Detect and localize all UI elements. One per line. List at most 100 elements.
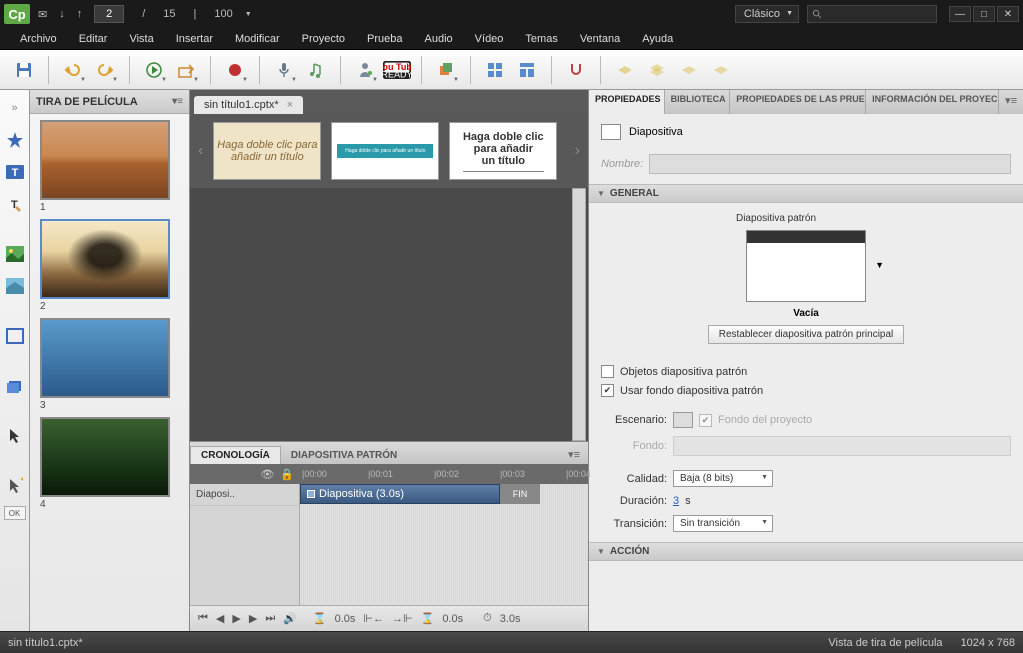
section-action[interactable]: ACCIÓN <box>589 542 1023 561</box>
tab-info-proyecto[interactable]: INFORMACIÓN DEL PROYEC <box>866 90 999 114</box>
maximize-button[interactable]: □ <box>973 6 995 22</box>
audio-mic-button[interactable] <box>270 56 298 84</box>
close-button[interactable]: ✕ <box>997 6 1019 22</box>
tl-snap-icon[interactable]: ⊩← <box>363 612 384 625</box>
image-tool-2[interactable] <box>3 274 27 298</box>
menu-ventana[interactable]: Ventana <box>570 30 630 48</box>
undo-button[interactable] <box>59 56 87 84</box>
theme-option-1[interactable]: Haga doble clic para añadir un título <box>213 122 321 180</box>
youtube-button[interactable]: You TubeREADY <box>383 56 411 84</box>
text-tool[interactable]: T <box>3 160 27 184</box>
shape-tool[interactable] <box>3 324 27 348</box>
menu-audio[interactable]: Audio <box>415 30 463 48</box>
ok-button[interactable]: OK <box>4 506 26 520</box>
tab-cronologia[interactable]: CRONOLOGÍA <box>190 446 281 464</box>
quality-dropdown[interactable]: Baja (8 bits) <box>673 470 773 487</box>
workspace-dropdown[interactable]: Clásico <box>735 5 799 23</box>
tick-4: |00:04 <box>566 469 591 479</box>
actor-button[interactable] <box>351 56 379 84</box>
preview-button[interactable] <box>140 56 168 84</box>
timeline-clip[interactable]: Diapositiva (3.0s) <box>300 484 500 504</box>
layer1-button[interactable] <box>611 56 639 84</box>
save-button[interactable] <box>10 56 38 84</box>
section-general[interactable]: GENERAL <box>589 184 1023 203</box>
tab-propiedades-prueba[interactable]: PROPIEDADES DE LAS PRUE <box>730 90 866 114</box>
record-button[interactable] <box>221 56 249 84</box>
star-tool[interactable] <box>3 128 27 152</box>
tl-play-icon[interactable]: ▶ <box>232 612 240 625</box>
reset-master-button[interactable]: Restablecer diapositiva patrón principal <box>708 325 905 344</box>
theme-option-2[interactable]: Haga doble clic para añadir un título <box>331 122 439 180</box>
menu-insertar[interactable]: Insertar <box>166 30 223 48</box>
lock-icon[interactable]: 🔒 <box>280 468 294 481</box>
grid-view-button[interactable] <box>481 56 509 84</box>
wand-tool[interactable]: ✦ <box>3 474 27 498</box>
slide-mini-icon <box>601 124 621 140</box>
redo-button[interactable] <box>91 56 119 84</box>
menu-ayuda[interactable]: Ayuda <box>632 30 683 48</box>
menu-video[interactable]: Vídeo <box>465 30 514 48</box>
page-separator: / <box>142 8 145 20</box>
chk-master-bg-label: Usar fondo diapositiva patrón <box>620 385 763 397</box>
close-tab-icon[interactable]: × <box>287 99 293 111</box>
chk-master-bg[interactable]: ✔ <box>601 384 614 397</box>
bg-input <box>673 436 1011 456</box>
tl-mute-icon[interactable]: 🔊 <box>283 612 297 625</box>
duration-value[interactable]: 3 <box>673 495 679 507</box>
menu-temas[interactable]: Temas <box>515 30 567 48</box>
name-input[interactable] <box>649 154 1011 174</box>
slide-thumb-2[interactable]: 2 <box>40 219 179 312</box>
tl-first-icon[interactable]: ⏮ <box>198 612 208 625</box>
publish-button[interactable] <box>172 56 200 84</box>
menu-archivo[interactable]: Archivo <box>10 30 67 48</box>
canvas-scrollbar[interactable] <box>572 188 586 441</box>
slide-thumb-3[interactable]: 3 <box>40 318 179 411</box>
tab-propiedades[interactable]: PROPIEDADES <box>589 90 665 114</box>
filmstrip-options-icon[interactable]: ▾≡ <box>172 96 183 107</box>
theme-next-icon[interactable]: › <box>575 142 580 160</box>
stage-color-swatch[interactable] <box>673 412 693 428</box>
tl-snap-icon2[interactable]: →⊩ <box>392 612 413 625</box>
slide-thumb-4[interactable]: 4 <box>40 417 179 510</box>
layout-view-button[interactable] <box>513 56 541 84</box>
up-arrow-icon[interactable]: ↑ <box>77 8 83 20</box>
search-input[interactable] <box>807 5 937 23</box>
tab-diapositiva-patron[interactable]: DIAPOSITIVA PATRÓN <box>281 447 407 464</box>
slide-thumb-1[interactable]: 1 <box>40 120 179 213</box>
menu-vista[interactable]: Vista <box>119 30 163 48</box>
zoom-level[interactable]: 100 <box>214 8 232 20</box>
props-options-icon[interactable]: ▾≡ <box>999 90 1023 114</box>
minimize-button[interactable]: — <box>949 6 971 22</box>
down-arrow-icon[interactable]: ↓ <box>59 8 65 20</box>
layer4-button[interactable] <box>707 56 735 84</box>
snap-button[interactable] <box>562 56 590 84</box>
timeline-options-icon[interactable]: ▾≡ <box>560 445 588 464</box>
slides-copy-button[interactable] <box>432 56 460 84</box>
menu-modificar[interactable]: Modificar <box>225 30 290 48</box>
layer2-button[interactable] <box>643 56 671 84</box>
theme-prev-icon[interactable]: ‹ <box>198 142 203 160</box>
current-page-input[interactable] <box>94 5 124 23</box>
layer3-button[interactable] <box>675 56 703 84</box>
tab-biblioteca[interactable]: BIBLIOTECA <box>665 90 731 114</box>
menu-prueba[interactable]: Prueba <box>357 30 412 48</box>
eye-icon[interactable]: 👁 <box>260 468 274 481</box>
tl-prev-icon[interactable]: ◀ <box>216 612 224 625</box>
text-hand-tool[interactable]: T <box>3 192 27 216</box>
mail-icon[interactable]: ✉ <box>38 8 47 21</box>
document-tab[interactable]: sin título1.cptx* × <box>194 96 303 114</box>
image-tool-1[interactable] <box>3 242 27 266</box>
zoom-dd-icon[interactable]: ▼ <box>245 11 252 18</box>
tl-next-icon[interactable]: ▶ <box>249 612 257 625</box>
theme-option-3[interactable]: Haga doble clic para añadir un título <box>449 122 557 180</box>
menu-editar[interactable]: Editar <box>69 30 118 48</box>
master-slide-thumb[interactable] <box>746 230 866 302</box>
transition-dropdown[interactable]: Sin transición <box>673 515 773 532</box>
pointer-tool[interactable] <box>3 424 27 448</box>
slides-tool[interactable] <box>3 374 27 398</box>
tl-last-icon[interactable]: ⏭ <box>265 612 275 625</box>
audio-note-button[interactable] <box>302 56 330 84</box>
chk-master-objects[interactable] <box>601 365 614 378</box>
expand-icon[interactable]: » <box>3 96 27 120</box>
menu-proyecto[interactable]: Proyecto <box>292 30 355 48</box>
